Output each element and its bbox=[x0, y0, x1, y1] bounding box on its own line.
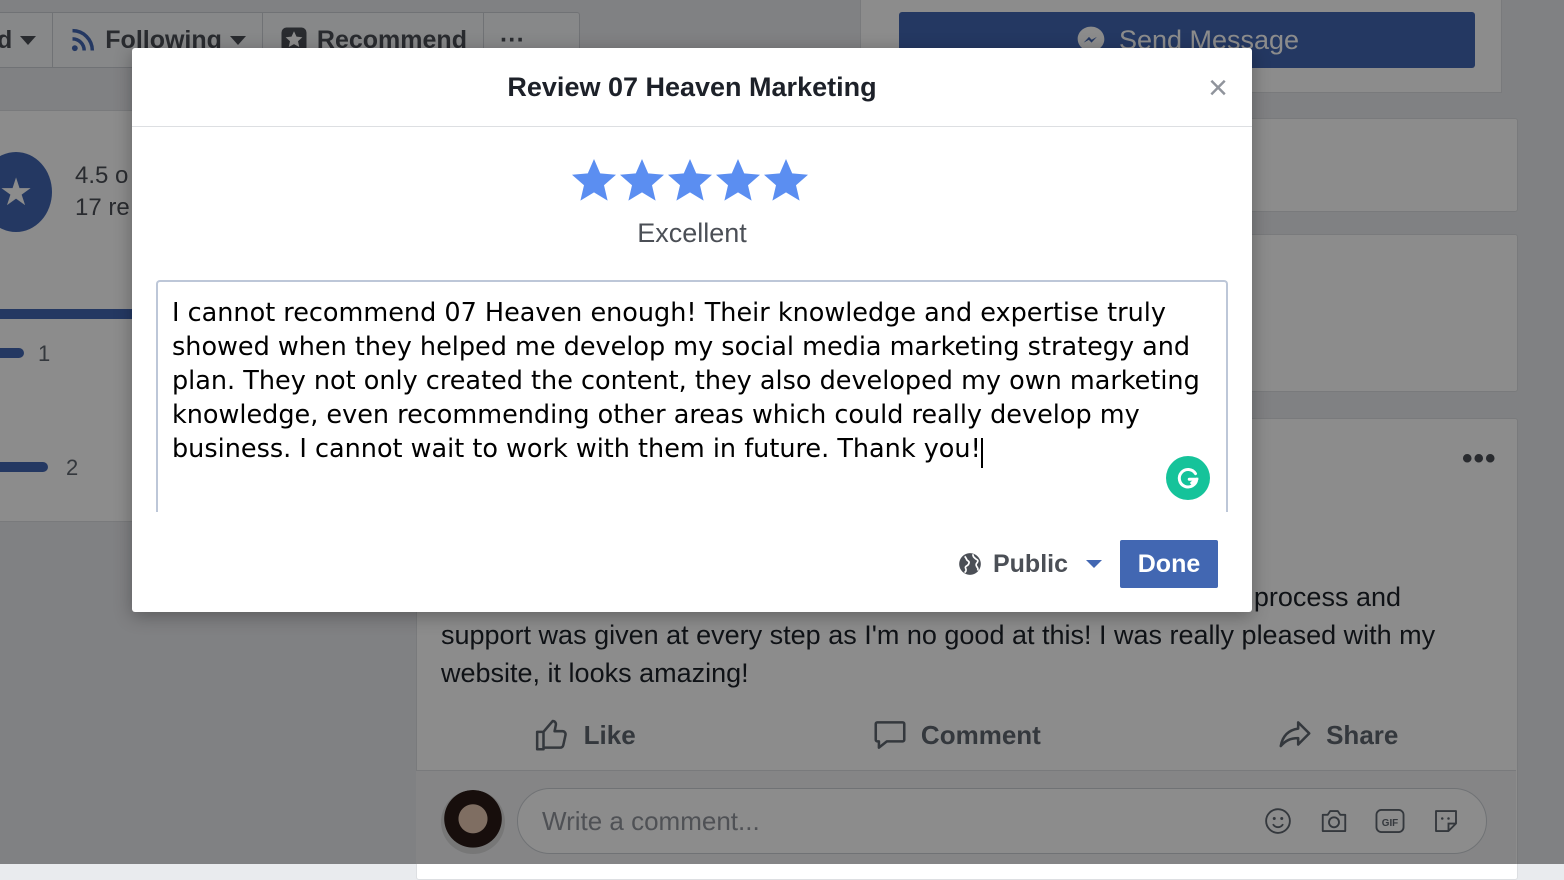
grammarly-icon[interactable] bbox=[1166, 456, 1210, 500]
text-cursor bbox=[980, 437, 983, 468]
star-icon[interactable] bbox=[714, 154, 762, 206]
dialog-footer: Public Done bbox=[957, 540, 1218, 588]
review-dialog: Review 07 Heaven Marketing × Excellent I… bbox=[132, 48, 1252, 612]
done-button[interactable]: Done bbox=[1120, 540, 1218, 588]
star-icon[interactable] bbox=[618, 154, 666, 206]
rating-label: Excellent bbox=[637, 218, 747, 248]
star-icon[interactable] bbox=[762, 154, 810, 206]
chevron-down-icon bbox=[1086, 560, 1102, 568]
globe-icon bbox=[959, 553, 981, 575]
review-text: I cannot recommend 07 Heaven enough! The… bbox=[172, 298, 1200, 464]
dialog-header: Review 07 Heaven Marketing × bbox=[132, 48, 1252, 127]
dialog-title: Review 07 Heaven Marketing bbox=[507, 71, 877, 102]
privacy-selector[interactable]: Public bbox=[957, 550, 1102, 579]
star-icon[interactable] bbox=[666, 154, 714, 206]
review-textarea[interactable]: I cannot recommend 07 Heaven enough! The… bbox=[156, 280, 1228, 512]
star-icon[interactable] bbox=[570, 154, 618, 206]
star-rating[interactable] bbox=[570, 154, 810, 206]
close-icon[interactable]: × bbox=[1208, 71, 1228, 105]
privacy-label: Public bbox=[992, 549, 1068, 578]
